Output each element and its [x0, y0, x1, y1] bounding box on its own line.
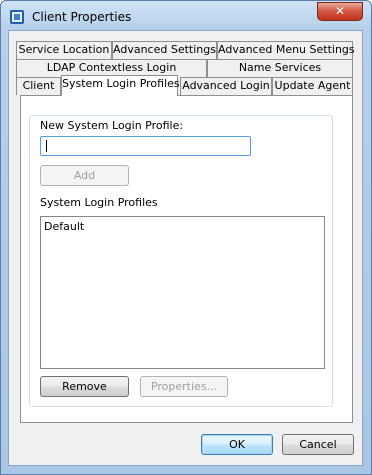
remove-button[interactable]: Remove — [40, 376, 129, 397]
ok-button[interactable]: OK — [201, 434, 273, 455]
profiles-list-label: System Login Profiles — [40, 196, 158, 209]
list-item[interactable]: Default — [44, 220, 84, 233]
cancel-button[interactable]: Cancel — [282, 434, 354, 455]
add-button[interactable]: Add — [40, 165, 129, 186]
profiles-listbox[interactable]: Default — [40, 216, 325, 369]
properties-button[interactable]: Properties... — [140, 376, 228, 397]
new-profile-label: New System Login Profile: — [40, 119, 184, 132]
text-caret — [46, 140, 47, 152]
new-profile-input[interactable] — [40, 136, 251, 156]
